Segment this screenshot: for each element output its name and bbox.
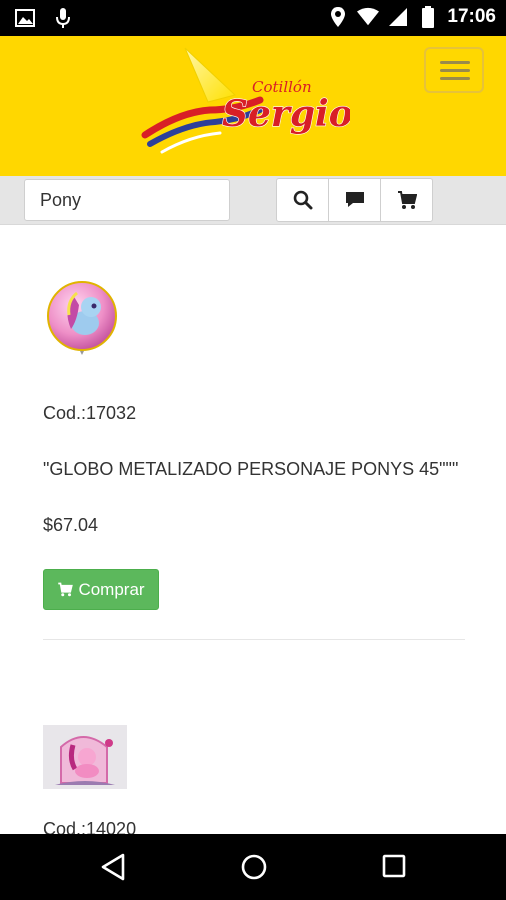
- product-code: Cod.:17032: [43, 403, 137, 423]
- recents-icon[interactable]: [382, 854, 406, 878]
- buy-button[interactable]: Comprar: [43, 569, 159, 610]
- search-bar: Pony: [0, 176, 506, 225]
- logo-text-main: Sergio: [222, 93, 350, 135]
- search-button[interactable]: [276, 178, 329, 222]
- image-icon: [14, 7, 36, 29]
- menu-button[interactable]: [424, 47, 484, 93]
- product-code: Cod.:14020: [43, 819, 137, 834]
- status-bar: 17:06: [0, 0, 506, 36]
- chat-icon: [345, 192, 364, 207]
- action-buttons: [276, 178, 433, 222]
- signal-icon: [387, 6, 409, 28]
- app-header: Cotillón Sergio: [0, 36, 506, 176]
- chat-button[interactable]: [328, 178, 381, 222]
- buy-button-label: Comprar: [78, 579, 145, 599]
- product-name[interactable]: "GLOBO METALIZADO PERSONAJE PONYS 45""": [43, 459, 458, 480]
- cart-button[interactable]: [380, 178, 433, 222]
- pony-figure-image[interactable]: [43, 725, 127, 789]
- product-price: $67.04: [43, 515, 99, 535]
- search-input[interactable]: Pony: [24, 179, 230, 221]
- android-nav-bar: [0, 834, 506, 900]
- pony-balloon-image[interactable]: [47, 281, 117, 355]
- home-icon[interactable]: [240, 853, 268, 881]
- search-icon: [293, 190, 312, 210]
- cart-icon: [397, 191, 417, 209]
- status-time: 17:06: [447, 6, 496, 27]
- divider: [43, 639, 465, 640]
- product-list: Cod.:17032 "GLOBO METALIZADO PERSONAJE P…: [0, 225, 506, 834]
- wifi-icon: [357, 6, 380, 28]
- cotillon-sergio-logo[interactable]: Cotillón Sergio: [140, 40, 350, 170]
- location-icon: [327, 6, 349, 28]
- battery-icon: [417, 6, 439, 28]
- cart-icon: [58, 582, 74, 597]
- back-icon[interactable]: [100, 853, 126, 881]
- mic-icon: [52, 7, 74, 29]
